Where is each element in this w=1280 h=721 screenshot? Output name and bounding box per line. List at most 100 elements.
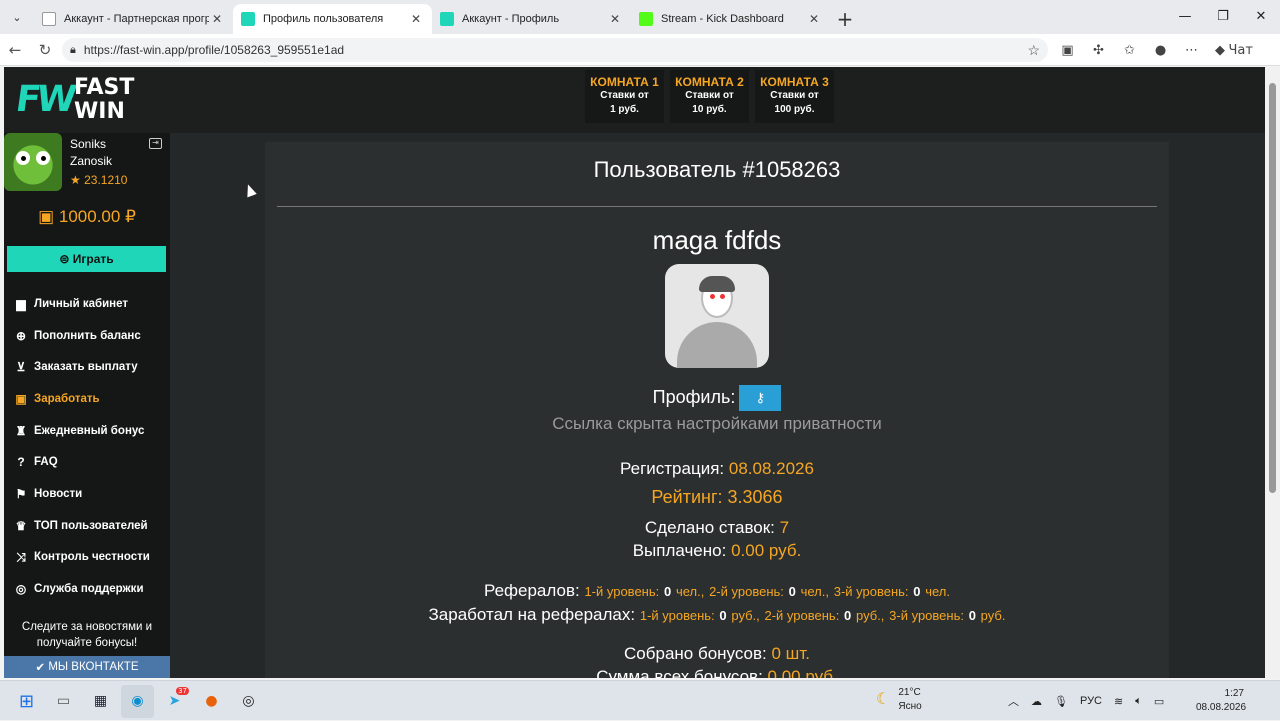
- reload-icon[interactable]: ↻: [30, 41, 60, 59]
- maximize-icon[interactable]: ❐: [1204, 0, 1242, 32]
- site-logo[interactable]: FW FAST WIN: [13, 75, 146, 125]
- copilot-chat-button[interactable]: ◆ Чат: [1207, 43, 1261, 58]
- plus-circle-icon: ⊕: [15, 328, 27, 343]
- sidebar-item-news[interactable]: ⚑ Новости: [13, 478, 170, 510]
- close-icon[interactable]: ✕: [607, 12, 623, 26]
- profile-avatar-icon[interactable]: ●: [1145, 43, 1176, 58]
- play-button[interactable]: ⊜ Играть: [7, 246, 166, 272]
- extension-icon[interactable]: ▣: [1052, 43, 1083, 58]
- chevron-up-icon[interactable]: ︿: [1008, 693, 1019, 709]
- money-icon: ▣: [15, 391, 27, 406]
- paid-row: Выплачено: 0.00 руб.: [632, 541, 802, 560]
- moon-icon: ☾: [876, 691, 891, 708]
- windows-start-icon[interactable]: ⊞: [10, 685, 43, 718]
- avatar-eye: [36, 151, 50, 165]
- key-icon: ⚷: [755, 390, 766, 405]
- tab-bar: ⌄ Аккаунт - Партнерская программа ✕ Проф…: [0, 0, 1280, 34]
- system-tray: ︿ ☁ 🎙︎ РУС ≋ 🔈︎ ▭: [1008, 681, 1164, 721]
- sidebar-item-withdraw[interactable]: ⊻ Заказать выплату: [13, 351, 170, 383]
- language-indicator[interactable]: РУС: [1080, 695, 1102, 707]
- referrals-row: Рефералов: 1-й уровень: 0 чел., 2-й уров…: [483, 581, 951, 600]
- profile-picture: [665, 264, 769, 368]
- app-icon[interactable]: ▦: [84, 685, 117, 718]
- registration-row: Регистрация: 08.08.2026: [620, 459, 814, 478]
- sidebar-item-fairness[interactable]: ⤨ Контроль честности: [13, 542, 170, 574]
- vk-button[interactable]: ✔ МЫ ВКОНТАКТЕ: [4, 656, 170, 678]
- vk-icon: ✔: [35, 662, 46, 674]
- scrollbar-thumb[interactable]: [1269, 83, 1276, 493]
- sidebar-item-deposit[interactable]: ⊕ Пополнить баланс: [13, 320, 170, 352]
- site-info-icon[interactable]: 🔒︎: [70, 44, 76, 57]
- page-scrollbar[interactable]: [1265, 67, 1280, 678]
- cloud-icon[interactable]: ☁: [1031, 695, 1042, 708]
- favicon-icon: [42, 12, 56, 26]
- rating-row: Рейтинг: 3.3066: [651, 487, 783, 507]
- fastwin-favicon-icon: [440, 12, 454, 26]
- pic-eye: [720, 294, 725, 299]
- file-explorer-icon[interactable]: ▭: [47, 685, 80, 718]
- bookmark-icon: ⚑: [15, 486, 27, 501]
- trophy-icon: ♛: [15, 518, 27, 533]
- profile-card: Пользователь #1058263 maga fdfds Профиль…: [265, 142, 1169, 678]
- microphone-app-icon[interactable]: ●: [195, 685, 228, 718]
- pic-hair: [699, 276, 735, 292]
- close-icon[interactable]: ✕: [806, 12, 822, 26]
- favorites-icon[interactable]: ✩: [1114, 43, 1145, 58]
- room-3-button[interactable]: КОМНАТА 3 Ставки от 100 руб.: [755, 70, 834, 123]
- clock[interactable]: 1:27 08.08.2026: [1196, 687, 1246, 715]
- logout-icon[interactable]: ⇥: [149, 138, 162, 149]
- back-icon[interactable]: ←: [0, 41, 30, 59]
- battery-icon[interactable]: ▭: [1154, 695, 1164, 708]
- site-header: FW FAST WIN КОМНАТА 1 Ставки от 1 руб. К…: [4, 67, 1265, 133]
- tab-kick[interactable]: Stream - Kick Dashboard ✕: [631, 4, 830, 34]
- briefcase-icon: ▆: [16, 296, 26, 311]
- volume-icon[interactable]: 🔈︎: [1135, 695, 1142, 708]
- telegram-icon[interactable]: ➤ 37: [158, 685, 191, 718]
- profile-name: maga fdfds: [652, 225, 782, 255]
- profile-link-button[interactable]: ⚷: [739, 385, 782, 411]
- follow-text: Следите за новостями и получайте бонусы!: [21, 621, 153, 649]
- download-circle-icon: ⊻: [16, 360, 26, 375]
- avatar[interactable]: [4, 133, 62, 191]
- microphone-icon[interactable]: 🎙︎: [1054, 695, 1068, 708]
- sidebar-item-faq[interactable]: ? FAQ: [13, 446, 170, 478]
- close-window-icon[interactable]: ✕: [1242, 0, 1280, 32]
- tab-profile[interactable]: Профиль пользователя ✕: [233, 4, 432, 34]
- avatar-eye: [16, 151, 30, 165]
- new-tab-button[interactable]: +: [830, 4, 860, 34]
- balance: ▣ 1000.00 ₽: [38, 207, 136, 226]
- tab-partner[interactable]: Аккаунт - Партнерская программа ✕: [34, 4, 233, 34]
- pic-eye: [710, 294, 715, 299]
- shuffle-icon: ⤨: [16, 549, 26, 564]
- sidebar: Soniks Zanosik ★ 23.1210 ⇥ ▣ 1000.00 ₽ ⊜…: [4, 133, 170, 678]
- close-icon[interactable]: ✕: [408, 12, 424, 26]
- extensions-puzzle-icon[interactable]: ✣: [1083, 43, 1114, 58]
- obs-icon[interactable]: ◎: [232, 685, 265, 718]
- url-field[interactable]: 🔒︎ https://fast-win.app/profile/1058263_…: [62, 38, 1048, 62]
- bonus-sum-row: Сумма всех бонусов: 0.00 руб.: [596, 667, 838, 678]
- copilot-icon: ◆: [1215, 42, 1225, 58]
- tab-list-dropdown[interactable]: ⌄: [0, 0, 34, 34]
- edge-browser-icon[interactable]: ◉: [121, 684, 154, 718]
- wifi-icon[interactable]: ≋: [1114, 695, 1123, 708]
- favorite-star-icon[interactable]: ☆: [1027, 42, 1040, 59]
- weather-widget[interactable]: ☾ 21°C Ясно: [876, 686, 922, 714]
- profile-link-row: Профиль: ⚷: [265, 385, 1169, 411]
- room-2-button[interactable]: КОМНАТА 2 Ставки от 10 руб.: [670, 70, 749, 123]
- question-icon: ?: [17, 455, 25, 470]
- tab-account-profile[interactable]: Аккаунт - Профиль ✕: [432, 4, 631, 34]
- sidebar-menu: ▆ Личный кабинет ⊕ Пополнить баланс ⊻ Заказ…: [13, 288, 170, 605]
- close-icon[interactable]: ✕: [209, 12, 225, 26]
- sidebar-item-account[interactable]: ▆ Личный кабинет: [13, 288, 170, 320]
- cash-icon: ▣: [38, 207, 55, 226]
- more-menu-icon[interactable]: ⋯: [1176, 43, 1207, 58]
- minimize-icon[interactable]: —: [1166, 0, 1204, 32]
- sidebar-item-support[interactable]: ◎ Служба поддержки: [13, 573, 170, 605]
- privacy-note: Ссылка скрыта настройками приватности: [552, 414, 882, 433]
- divider: [277, 206, 1157, 207]
- sidebar-item-earn[interactable]: ▣ Заработать: [13, 383, 170, 415]
- sidebar-item-top-users[interactable]: ♛ ТОП пользователей: [13, 510, 170, 542]
- window-controls: — ❐ ✕: [1166, 0, 1280, 32]
- room-1-button[interactable]: КОМНАТА 1 Ставки от 1 руб.: [585, 70, 664, 123]
- sidebar-item-daily-bonus[interactable]: ♜ Ежедневный бонус: [13, 415, 170, 447]
